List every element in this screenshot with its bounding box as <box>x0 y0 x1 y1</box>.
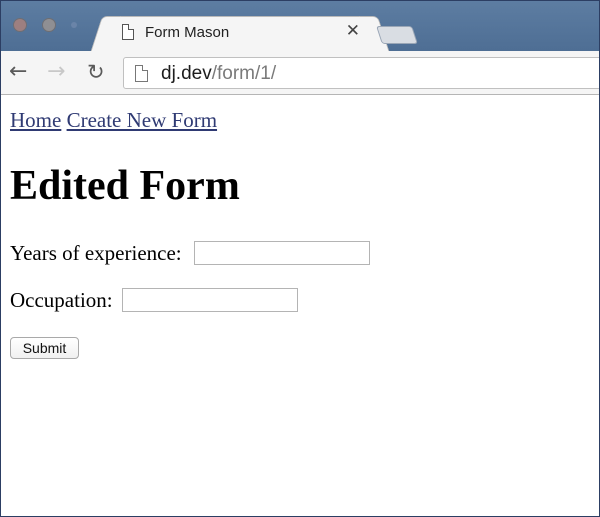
window-maximize-button[interactable] <box>71 22 77 28</box>
occupation-row: Occupation: <box>10 287 298 313</box>
forward-arrow-icon[interactable]: → <box>47 60 65 84</box>
nav-links: Home Create New Form <box>10 108 217 133</box>
browser-toolbar: ← → ↻ dj.dev/form/1/ <box>1 51 599 95</box>
page-content: Home Create New Form Edited Form Years o… <box>1 96 599 516</box>
occupation-field[interactable] <box>122 288 298 312</box>
reload-icon[interactable]: ↻ <box>87 60 105 84</box>
browser-window: Form Mason ✕ ← → ↻ dj.dev/form/1/ Home C… <box>0 0 600 517</box>
close-icon[interactable]: ✕ <box>346 21 360 41</box>
create-new-form-link[interactable]: Create New Form <box>67 108 217 132</box>
experience-row: Years of experience: <box>10 240 370 266</box>
address-bar[interactable]: dj.dev/form/1/ <box>123 57 599 89</box>
page-icon <box>135 65 148 82</box>
experience-label: Years of experience: <box>10 241 182 265</box>
submit-button[interactable]: Submit <box>10 337 79 359</box>
occupation-label: Occupation: <box>10 288 113 312</box>
tab-form-mason[interactable]: Form Mason ✕ <box>105 16 375 52</box>
new-tab-button[interactable] <box>376 26 418 44</box>
experience-field[interactable] <box>194 241 370 265</box>
url-text[interactable]: dj.dev/form/1/ <box>161 63 276 85</box>
tab-title: Form Mason <box>145 24 230 41</box>
url-path: /form/1/ <box>211 63 277 84</box>
url-host: dj.dev <box>161 63 212 84</box>
page-title: Edited Form <box>10 163 240 209</box>
home-link[interactable]: Home <box>10 108 61 132</box>
page-icon <box>122 24 134 40</box>
tab-strip: Form Mason ✕ <box>1 1 599 52</box>
window-close-button[interactable] <box>13 18 27 32</box>
back-arrow-icon[interactable]: ← <box>9 60 27 84</box>
window-minimize-button[interactable] <box>42 18 56 32</box>
